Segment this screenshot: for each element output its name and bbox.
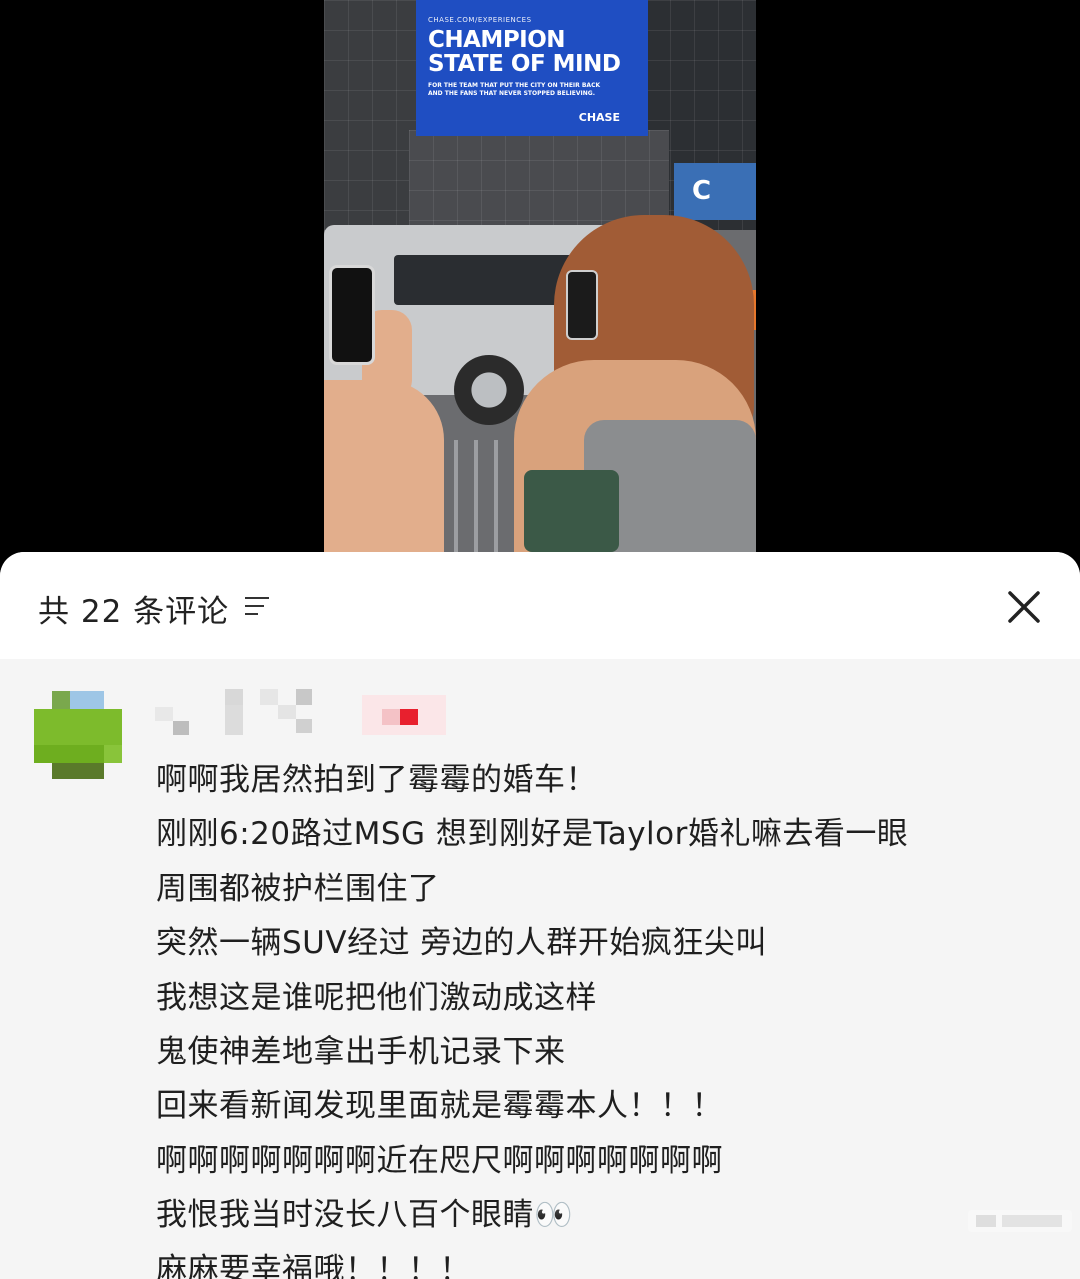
video-player[interactable]: CHASE.COM/EXPERIENCES CHAMPION STATE OF … <box>0 0 1080 560</box>
building <box>324 0 419 250</box>
wheel <box>454 355 524 425</box>
comment-item: 啊啊我居然拍到了霉霉的婚车！ 刚刚6:20路过MSG 想到刚好是Taylor婚礼… <box>0 659 1080 1279</box>
comment-line: 我想这是谁呢把他们激动成这样 <box>156 979 597 1016</box>
comment-line: 鬼使神差地拿出手机记录下来 <box>156 1034 566 1071</box>
billboard-subtext: FOR THE TEAM THAT PUT THE CITY ON THEIR … <box>428 82 601 97</box>
phone <box>329 265 375 365</box>
msg-sign: C <box>674 163 756 220</box>
comment-line: 回来看新闻发现里面就是霉霉本人！！！ <box>156 1088 723 1125</box>
comment-line: 刚刚6:20路过MSG 想到刚好是Taylor婚礼嘛去看一眼 <box>156 816 909 853</box>
comment-line: 麻麻要幸福哦！！！！ <box>156 1251 471 1279</box>
handbag <box>524 470 619 552</box>
user-badge-pixelated <box>362 695 446 735</box>
comment-line: 突然一辆SUV经过 旁边的人群开始疯狂尖叫 <box>156 925 767 962</box>
comments-panel: 共 22 条评论 啊啊我居然拍到了霉霉的婚车！ 刚刚6:20路过MSG 想到刚好… <box>0 552 1080 1279</box>
phone <box>566 270 598 340</box>
comment-line: 啊啊我居然拍到了霉霉的婚车！ <box>156 762 597 798</box>
person-arm <box>324 380 444 552</box>
avatar[interactable] <box>34 691 122 779</box>
video-frame[interactable]: CHASE.COM/EXPERIENCES CHAMPION STATE OF … <box>324 0 756 552</box>
comments-header: 共 22 条评论 <box>0 552 1080 659</box>
billboard-headline: CHAMPION STATE OF MIND <box>428 27 621 77</box>
sort-lines-icon[interactable] <box>244 594 270 618</box>
comment-count: 共 22 条评论 <box>38 594 230 630</box>
billboard-url: CHASE.COM/EXPERIENCES <box>428 16 532 24</box>
comment-text: 啊啊我居然拍到了霉霉的婚车！ 刚刚6:20路过MSG 想到刚好是Taylor婚礼… <box>156 753 1056 1279</box>
chase-billboard: CHASE.COM/EXPERIENCES CHAMPION STATE OF … <box>416 0 648 136</box>
comment-line: 周围都被护栏围住了 <box>156 870 440 907</box>
comment-line: 啊啊啊啊啊啊啊近在咫尺啊啊啊啊啊啊啊 <box>156 1142 723 1179</box>
watermark-logo <box>968 1210 1072 1232</box>
close-x-icon[interactable] <box>1002 585 1046 629</box>
comment-line: 我恨我当时没长八百个眼睛👀 <box>156 1197 574 1234</box>
billboard-brand: CHASE <box>578 111 620 124</box>
